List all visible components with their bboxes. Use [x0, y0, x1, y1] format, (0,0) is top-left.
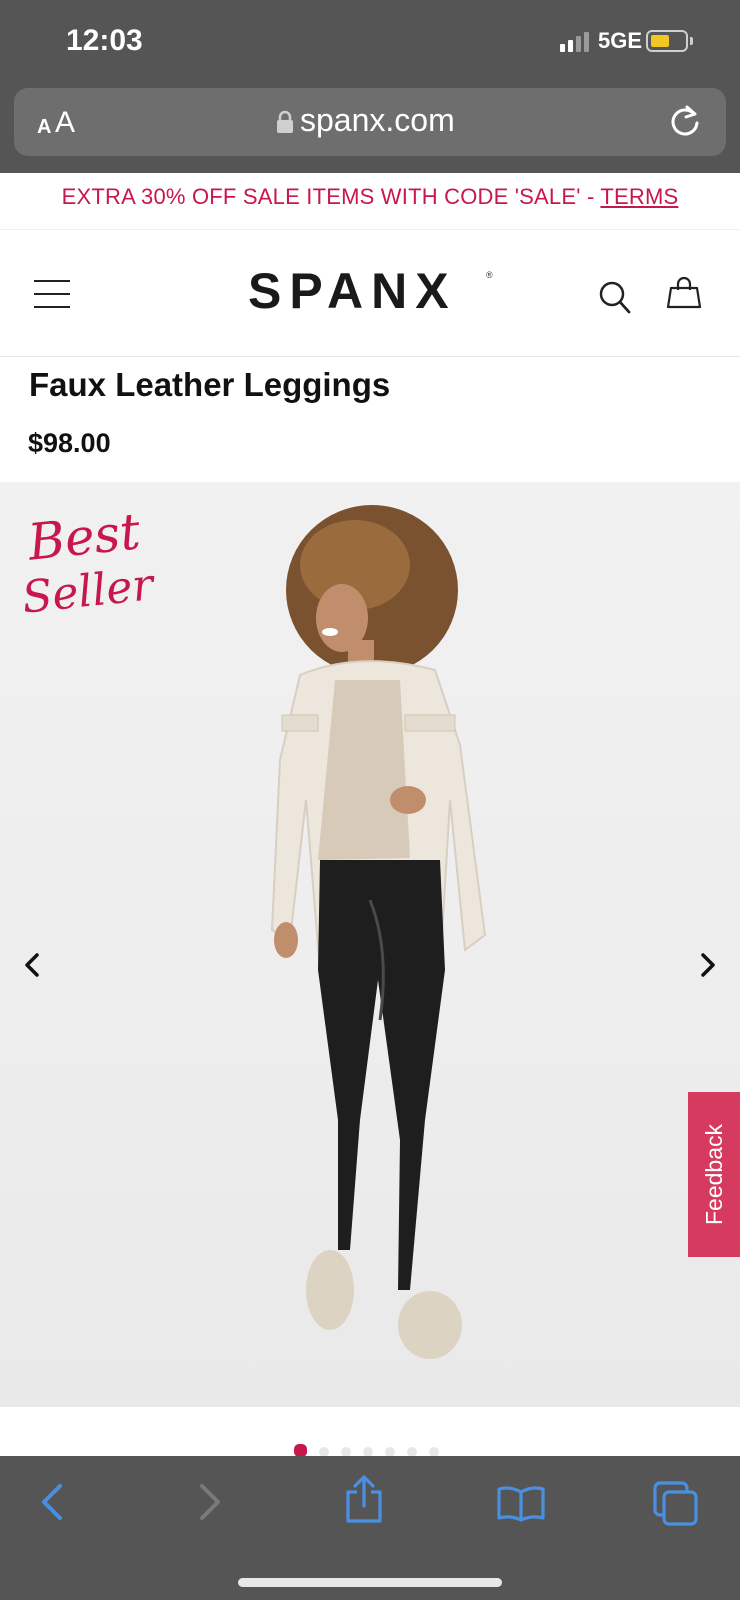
search-icon[interactable] [598, 280, 632, 316]
status-time: 12:03 [66, 24, 143, 57]
home-indicator [238, 1578, 502, 1587]
product-image [270, 505, 487, 1359]
bag-icon[interactable] [666, 276, 702, 310]
forward-icon [200, 1484, 220, 1520]
text-size-button-small[interactable]: A [37, 116, 51, 139]
bookmarks-icon[interactable] [496, 1484, 546, 1522]
product-title: Faux Leather Leggings [29, 366, 391, 403]
chevron-left-icon[interactable] [20, 950, 44, 980]
site-logo[interactable]: SPANX [248, 262, 457, 320]
menu-icon[interactable] [34, 280, 70, 308]
tabs-icon[interactable] [652, 1480, 700, 1528]
url-text[interactable]: spanx.com [300, 102, 455, 139]
terms-link[interactable]: TERMS [600, 184, 678, 209]
signal-icon [560, 32, 589, 52]
lock-icon [277, 110, 293, 133]
text-size-button-large[interactable]: A [55, 106, 75, 140]
promo-text: EXTRA 30% OFF SALE ITEMS WITH CODE 'SALE… [61, 184, 601, 209]
network-label: 5GE [598, 28, 643, 53]
share-icon[interactable] [344, 1474, 384, 1524]
battery-icon [646, 30, 688, 52]
promo-banner: EXTRA 30% OFF SALE ITEMS WITH CODE 'SALE… [0, 173, 740, 230]
logo-registered-mark: ® [486, 270, 493, 280]
product-price: $98.00 [28, 428, 111, 458]
feedback-tab[interactable]: Feedback [688, 1092, 740, 1257]
chevron-right-icon[interactable] [696, 950, 720, 980]
battery-tip [690, 37, 693, 45]
back-icon[interactable] [38, 1482, 66, 1522]
reload-icon[interactable] [668, 104, 702, 138]
feedback-label: Feedback [701, 1124, 727, 1226]
